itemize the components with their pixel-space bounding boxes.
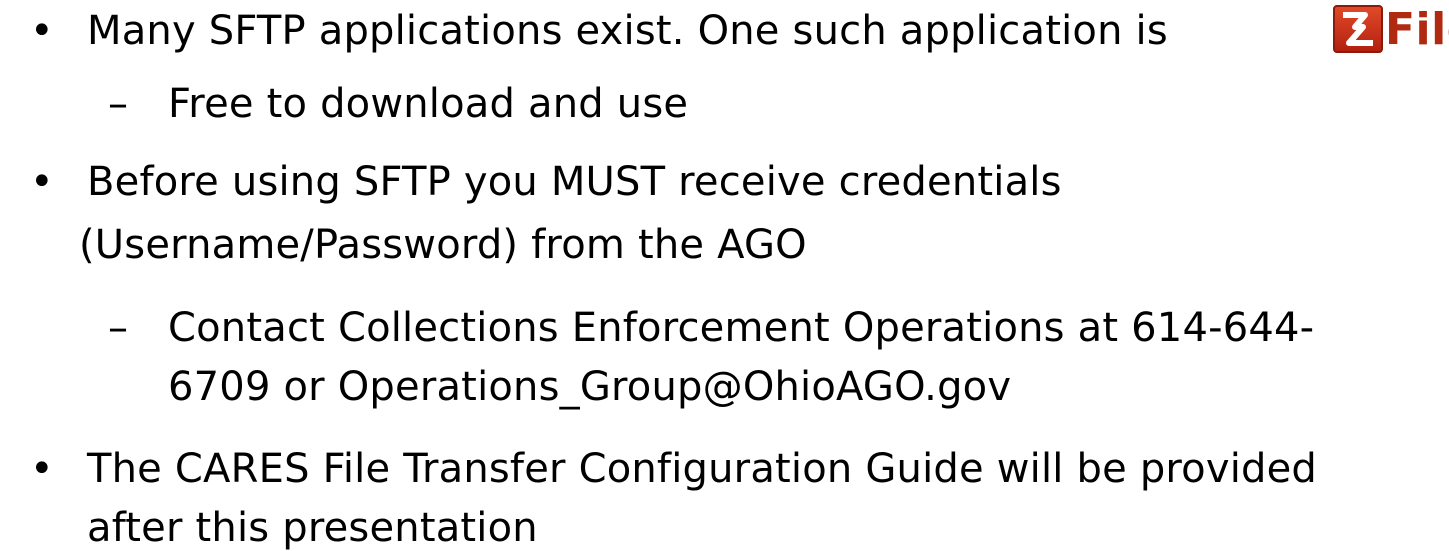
bullet-dot: •	[30, 446, 54, 492]
bullet-3-text-line-2: after this presentation	[87, 505, 538, 551]
bullet-1-sub-1-text: Free to download and use	[168, 81, 689, 127]
bullet-2-text-line-1: Before using SFTP you MUST receive crede…	[87, 159, 1062, 205]
bullet-1-text: Many SFTP applications exist. One such a…	[87, 8, 1168, 54]
bullet-3-text-line-1: The CARES File Transfer Configuration Gu…	[87, 446, 1318, 492]
filezilla-logo-text: FileZ	[1385, 3, 1449, 55]
bullet-2-sub-1-text-line-1: Contact Collections Enforcement Operatio…	[168, 305, 1315, 351]
dash: –	[108, 81, 128, 127]
bullet-dot: •	[30, 159, 54, 205]
slide: • Many SFTP applications exist. One such…	[0, 0, 1449, 551]
filezilla-logo-icon	[1333, 5, 1383, 53]
bullet-dot: •	[30, 8, 54, 54]
bullet-2-sub-1-text-line-2: 6709 or Operations_Group@OhioAGO.gov	[168, 364, 1012, 410]
filezilla-logo: FileZ	[1333, 3, 1449, 55]
bullet-2-text-line-2: (Username/Password) from the AGO	[79, 222, 807, 268]
dash: –	[108, 305, 128, 351]
